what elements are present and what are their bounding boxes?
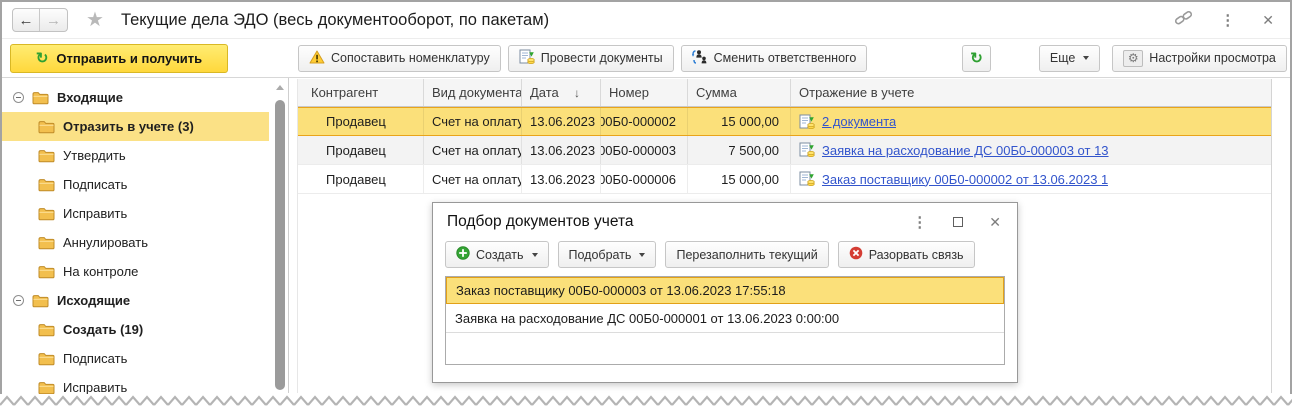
more-options-icon[interactable]: ⋮: [1220, 13, 1235, 28]
sidebar-item-create[interactable]: Создать (19): [2, 315, 269, 344]
back-arrow-icon: ←: [19, 12, 34, 29]
favorite-star-icon[interactable]: ★: [86, 10, 104, 30]
maximize-icon[interactable]: [953, 217, 963, 227]
folder-icon: [38, 207, 55, 221]
sort-desc-icon: ↓: [574, 86, 580, 100]
accounting-documents-list: Заказ поставщику 00Б0-000003 от 13.06.20…: [445, 276, 1005, 365]
edo-window: ← → ★ Текущие дела ЭДО (весь документооб…: [0, 0, 1292, 407]
sidebar-item-reflect-in-accounting[interactable]: Отразить в учете (3): [2, 112, 269, 141]
column-header-sum[interactable]: Сумма: [688, 79, 791, 106]
dialog-toolbar: Создать Подобрать Перезаполнить текущий …: [433, 237, 1017, 276]
sidebar-item-fix-incoming[interactable]: Исправить: [2, 199, 269, 228]
red-cross-circle-icon: [849, 246, 863, 263]
document-reflection-icon: [799, 114, 815, 130]
folder-icon: [38, 149, 55, 163]
change-responsible-icon: [692, 49, 708, 68]
nav-history-group: ← →: [12, 8, 68, 32]
reflection-link[interactable]: 2 документа: [822, 114, 896, 129]
scroll-up-icon[interactable]: [276, 85, 284, 90]
more-button[interactable]: Еще: [1039, 45, 1100, 72]
collapse-icon[interactable]: [13, 92, 24, 103]
column-header-reflection[interactable]: Отражение в учете: [791, 79, 1271, 106]
document-post-icon: [519, 49, 535, 68]
refill-current-button[interactable]: Перезаполнить текущий: [665, 241, 828, 268]
refresh-list-button[interactable]: ↻: [962, 45, 991, 72]
forward-arrow-icon: →: [46, 12, 61, 29]
sidebar-item-annul[interactable]: Аннулировать: [2, 228, 269, 257]
document-reflection-icon: [799, 171, 815, 187]
scrollbar-thumb[interactable]: [275, 100, 285, 390]
toolbar: ↻ Отправить и получить Сопоставить номен…: [2, 39, 1290, 78]
view-settings-button[interactable]: ⚙ Настройки просмотра: [1112, 45, 1287, 72]
table-header-row: Контрагент Вид документа Дата↓ Номер Сум…: [298, 79, 1271, 107]
sidebar-folder-tree: Входящие Отразить в учете (3) Утвердить …: [2, 78, 289, 393]
collapse-icon[interactable]: [13, 295, 24, 306]
break-link-button[interactable]: Разорвать связь: [838, 241, 975, 268]
column-header-doc-type[interactable]: Вид документа: [424, 79, 522, 106]
list-item[interactable]: Заявка на расходование ДС 00Б0-000001 от…: [446, 304, 1004, 333]
chevron-down-icon: [532, 253, 538, 257]
folder-icon: [38, 265, 55, 279]
folder-icon: [32, 91, 49, 105]
sidebar-item-sign-incoming[interactable]: Подписать: [2, 170, 269, 199]
titlebar-actions: ⋮ ✕: [1174, 9, 1274, 31]
change-responsible-button[interactable]: Сменить ответственного: [681, 45, 868, 72]
close-icon[interactable]: ✕: [1262, 13, 1274, 27]
folder-icon: [38, 381, 55, 395]
column-header-number[interactable]: Номер: [601, 79, 688, 106]
folder-icon: [38, 352, 55, 366]
refresh-icon: ↻: [970, 51, 983, 66]
folder-icon: [32, 294, 49, 308]
compare-nomenclature-button[interactable]: Сопоставить номенклатуру: [298, 45, 501, 72]
table-row[interactable]: Продавец Счет на оплату 13.06.2023 00Б0-…: [298, 136, 1271, 165]
folder-icon: [38, 178, 55, 192]
reflection-link[interactable]: Заказ поставщику 00Б0-000002 от 13.06.20…: [822, 172, 1108, 187]
sidebar-item-incoming[interactable]: Входящие: [2, 83, 269, 112]
chevron-down-icon: [1083, 56, 1089, 60]
pick-button[interactable]: Подобрать: [558, 241, 657, 268]
pick-accounting-documents-dialog: Подбор документов учета ⋮ ✕ Создать Подо…: [432, 202, 1018, 383]
send-receive-button[interactable]: ↻ Отправить и получить: [10, 44, 228, 73]
page-title: Текущие дела ЭДО (весь документооборот, …: [121, 11, 549, 30]
dialog-titlebar: Подбор документов учета ⋮ ✕: [433, 203, 1017, 237]
dialog-close-icon[interactable]: ✕: [989, 215, 1001, 229]
folder-icon: [38, 323, 55, 337]
table-row[interactable]: Продавец Счет на оплату 13.06.2023 00Б0-…: [298, 107, 1271, 136]
warning-icon: [309, 50, 325, 67]
reflection-link[interactable]: Заявка на расходование ДС 00Б0-000003 от…: [822, 143, 1109, 158]
titlebar: ← → ★ Текущие дела ЭДО (весь документооб…: [2, 2, 1290, 39]
link-icon[interactable]: [1174, 9, 1193, 31]
dialog-more-options-icon[interactable]: ⋮: [912, 215, 927, 230]
gear-icon: ⚙: [1123, 50, 1143, 67]
sidebar-item-approve[interactable]: Утвердить: [2, 141, 269, 170]
forward-button[interactable]: →: [40, 9, 67, 31]
document-reflection-icon: [799, 142, 815, 158]
folder-icon: [38, 236, 55, 250]
post-documents-button[interactable]: Провести документы: [508, 45, 674, 72]
create-button[interactable]: Создать: [445, 241, 549, 268]
sidebar-item-on-control[interactable]: На контроле: [2, 257, 269, 286]
column-header-date[interactable]: Дата↓: [522, 79, 601, 106]
dialog-title: Подбор документов учета: [447, 213, 633, 231]
refresh-icon: ↻: [36, 51, 49, 66]
plus-circle-icon: [456, 246, 470, 263]
list-item[interactable]: Заказ поставщику 00Б0-000003 от 13.06.20…: [446, 277, 1004, 304]
torn-edge: [0, 394, 1292, 407]
sidebar-scrollbar[interactable]: [275, 83, 285, 390]
folder-icon: [38, 120, 55, 134]
chevron-down-icon: [639, 253, 645, 257]
table-row[interactable]: Продавец Счет на оплату 13.06.2023 00Б0-…: [298, 165, 1271, 194]
back-button[interactable]: ←: [13, 9, 40, 31]
sidebar-item-outgoing[interactable]: Исходящие: [2, 286, 269, 315]
column-header-contragent[interactable]: Контрагент: [298, 79, 424, 106]
sidebar-item-sign-outgoing[interactable]: Подписать: [2, 344, 269, 373]
